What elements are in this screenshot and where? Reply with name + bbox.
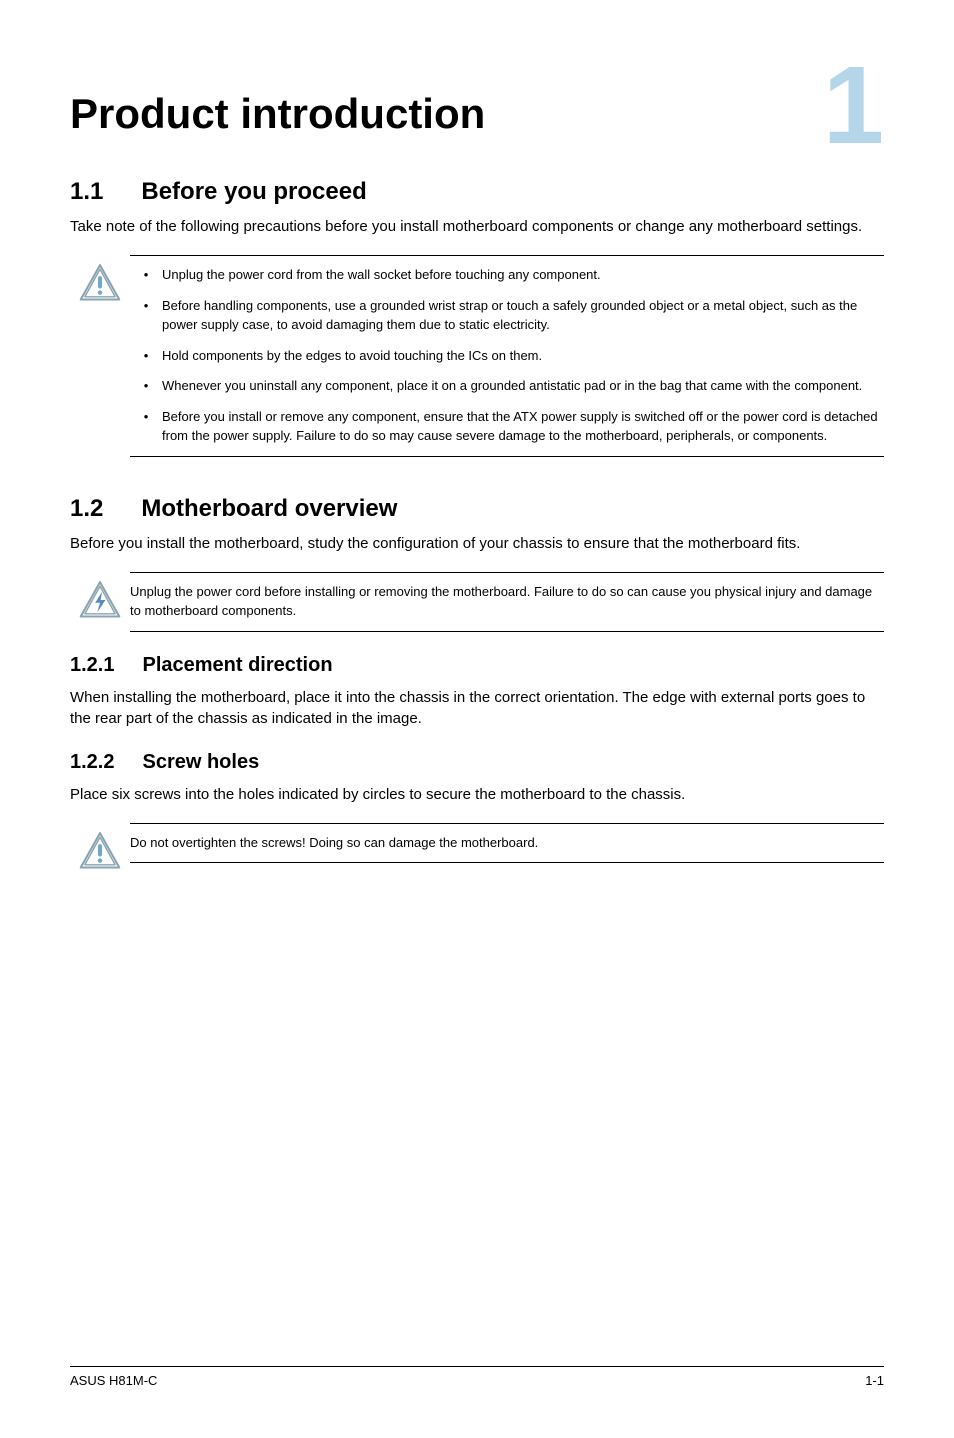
shock-note-text: Unplug the power cord before installing … [130,583,884,621]
subsection-number: 1.2.2 [70,751,114,774]
precautions-content: •Unplug the power cord from the wall soc… [130,255,884,457]
overtighten-content: Do not overtighten the screws! Doing so … [130,823,884,864]
overtighten-note-text: Do not overtighten the screws! Doing so … [130,834,884,853]
section-1-1-header: 1.1 Before you proceed [70,178,884,206]
list-item: •Before handling components, use a groun… [130,297,884,335]
shock-callout: Unplug the power cord before installing … [70,572,884,632]
section-title: Motherboard overview [141,495,397,523]
section-number: 1.1 [70,178,103,206]
bullet-icon: • [130,266,162,285]
overtighten-callout: Do not overtighten the screws! Doing so … [70,823,884,873]
bullet-icon: • [130,408,162,446]
bullet-icon: • [130,347,162,366]
bullet-icon: • [130,297,162,335]
warning-triangle-icon [70,255,130,305]
list-item-text: Whenever you uninstall any component, pl… [162,377,862,396]
list-item-text: Unplug the power cord from the wall sock… [162,266,601,285]
footer-product: ASUS H81M-C [70,1373,157,1388]
subsection-1-2-2-body: Place six screws into the holes indicate… [70,784,884,805]
page-footer: ASUS H81M-C 1-1 [70,1366,884,1388]
subsection-title: Screw holes [142,751,259,774]
bullet-icon: • [130,377,162,396]
chapter-title: Product introduction [70,90,884,138]
precautions-list: •Unplug the power cord from the wall soc… [130,266,884,446]
subsection-1-2-1-header: 1.2.1 Placement direction [70,654,884,677]
section-title: Before you proceed [141,178,366,206]
shock-content: Unplug the power cord before installing … [130,572,884,632]
list-item: •Hold components by the edges to avoid t… [130,347,884,366]
section-number: 1.2 [70,495,103,523]
list-item: •Unplug the power cord from the wall soc… [130,266,884,285]
list-item: •Whenever you uninstall any component, p… [130,377,884,396]
shock-triangle-icon [70,572,130,622]
section-1-1-body: Take note of the following precautions b… [70,216,884,237]
subsection-1-2-2-header: 1.2.2 Screw holes [70,751,884,774]
list-item-text: Hold components by the edges to avoid to… [162,347,542,366]
list-item-text: Before you install or remove any compone… [162,408,884,446]
section-1-2-header: 1.2 Motherboard overview [70,495,884,523]
warning-triangle-icon [70,823,130,873]
section-1-2-body: Before you install the motherboard, stud… [70,533,884,554]
chapter-header: 1 Product introduction [70,90,884,138]
subsection-number: 1.2.1 [70,654,114,677]
footer-page-number: 1-1 [865,1373,884,1388]
list-item-text: Before handling components, use a ground… [162,297,884,335]
precautions-callout: •Unplug the power cord from the wall soc… [70,255,884,457]
subsection-1-2-1-body: When installing the motherboard, place i… [70,687,884,729]
subsection-title: Placement direction [142,654,332,677]
chapter-number: 1 [823,42,884,169]
list-item: •Before you install or remove any compon… [130,408,884,446]
